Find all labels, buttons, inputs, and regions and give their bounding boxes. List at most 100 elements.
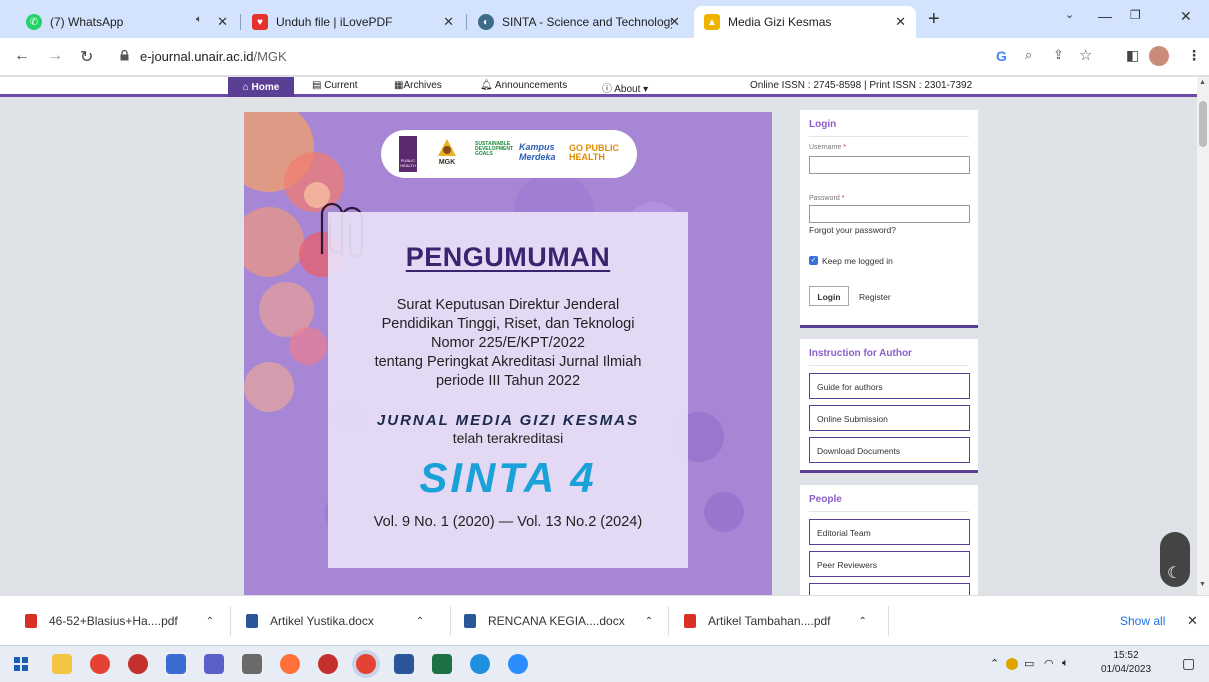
windows-start-icon[interactable]: [14, 657, 28, 671]
download-item[interactable]: Artikel Tambahan....pdf ⌃: [684, 596, 867, 646]
people-title: People: [809, 494, 842, 505]
online-submission-link[interactable]: Online Submission: [809, 405, 970, 431]
guide-for-authors-link[interactable]: Guide for authors: [809, 373, 970, 399]
chrome-active-icon[interactable]: [356, 654, 376, 674]
whatsapp-icon: ✆: [26, 14, 42, 30]
speaker-icon[interactable]: 🔈︎: [196, 14, 202, 25]
chrome-icon[interactable]: [90, 654, 110, 674]
nav-archives[interactable]: ▦Archives: [394, 80, 442, 91]
google-translate-icon[interactable]: G: [996, 48, 1007, 64]
clock-time[interactable]: 15:52: [1104, 650, 1148, 661]
file-explorer-icon[interactable]: [52, 654, 72, 674]
volume-icon[interactable]: 🔈︎: [1062, 657, 1069, 670]
chevron-up-icon[interactable]: ⌃: [206, 616, 214, 627]
restore-button[interactable]: ❐: [1130, 8, 1141, 22]
keep-logged-in-label: Keep me logged in: [822, 256, 893, 266]
announcement-line: Surat Keputusan Direktur Jenderal: [396, 297, 620, 313]
close-download-bar-icon[interactable]: ✕: [1187, 613, 1198, 629]
close-window-button[interactable]: ✕: [1180, 8, 1192, 25]
forgot-password-link[interactable]: Forgot your password?: [809, 225, 896, 235]
close-tab-icon[interactable]: ✕: [895, 14, 906, 30]
menu-kebab-icon[interactable]: ⋮: [1187, 47, 1201, 64]
download-item[interactable]: RENCANA KEGIA....docx ⌃: [464, 596, 653, 646]
scrollbar-thumb[interactable]: [1199, 101, 1207, 147]
zoom-icon[interactable]: ⌕: [1025, 47, 1032, 63]
partner-logos: PUBLIC HEALTH MGK SUSTAINABLE DEVELOPMEN…: [381, 130, 637, 178]
close-tab-icon[interactable]: ✕: [443, 14, 454, 30]
nav-announcements[interactable]: 🔔︎ Announcements: [480, 80, 567, 91]
close-tab-icon[interactable]: ✕: [217, 14, 228, 30]
side-panel-icon[interactable]: ◧: [1126, 47, 1139, 64]
login-button[interactable]: Login: [809, 286, 849, 306]
download-documents-link[interactable]: Download Documents: [809, 437, 970, 463]
peer-reviewers-link[interactable]: Peer Reviewers: [809, 551, 970, 577]
moon-icon: ☾: [1167, 565, 1182, 582]
tray-chevron-icon[interactable]: ⌃: [990, 657, 999, 670]
sinta-rank: SINTA 4: [419, 454, 597, 501]
docx-file-icon: [464, 614, 476, 628]
new-tab-button[interactable]: +: [928, 9, 940, 29]
teams-icon[interactable]: [204, 654, 224, 674]
excel-icon[interactable]: [432, 654, 452, 674]
tab-search-icon[interactable]: ⌄: [1065, 8, 1074, 21]
web-page: ⌂ Home ▤ Current ▦Archives 🔔︎ Announceme…: [0, 77, 1197, 595]
shield-icon[interactable]: [166, 654, 186, 674]
forward-icon[interactable]: →: [47, 47, 63, 65]
nav-current[interactable]: ▤ Current: [312, 80, 358, 91]
firefox-icon[interactable]: [280, 654, 300, 674]
issn-text: Online ISSN : 2745-8598 | Print ISSN : 2…: [750, 80, 973, 91]
password-input[interactable]: [809, 205, 970, 223]
chevron-up-icon[interactable]: ⌃: [416, 616, 424, 627]
edge-icon[interactable]: [470, 654, 490, 674]
tab-media-gizi-kesmas[interactable]: ▲ Media Gizi Kesmas ✕: [694, 6, 916, 38]
chevron-up-icon[interactable]: ⌃: [645, 616, 653, 627]
login-title: Login: [809, 119, 837, 130]
close-tab-icon[interactable]: ✕: [669, 14, 680, 30]
bookmark-star-icon[interactable]: ☆: [1079, 46, 1092, 64]
tray-app-icon[interactable]: [1006, 658, 1018, 670]
download-item[interactable]: 46-52+Blasius+Ha....pdf ⌃: [25, 596, 214, 646]
password-label: Password *: [809, 195, 845, 202]
notification-icon[interactable]: ▢: [1182, 655, 1195, 672]
profile-avatar[interactable]: [1149, 46, 1169, 66]
announcement-banner[interactable]: PUBLIC HEALTH MGK SUSTAINABLE DEVELOPMEN…: [244, 112, 772, 595]
browser-toolbar: ← → ↻ e-journal.unair.ac.id/MGK G ⌕ ⇪ ☆ …: [0, 38, 1209, 76]
window-app-icon[interactable]: [242, 654, 262, 674]
tab-whatsapp[interactable]: ✆ (7) WhatsApp 🔈︎ ✕: [16, 6, 238, 38]
pdf-file-icon: [25, 614, 37, 628]
login-panel: Login Username * Password * Forgot your …: [800, 110, 978, 328]
tab-ilovepdf[interactable]: ♥ Unduh file | iLovePDF ✕: [242, 6, 464, 38]
username-input[interactable]: [809, 156, 970, 174]
battery-icon[interactable]: ▭: [1024, 657, 1034, 670]
people-link[interactable]: [809, 583, 970, 595]
announcement-line: Pendidikan Tinggi, Riset, dan Teknologi: [381, 316, 635, 332]
nav-home[interactable]: ⌂ Home: [228, 77, 294, 97]
app-icon[interactable]: [128, 654, 148, 674]
word-icon[interactable]: [394, 654, 414, 674]
chevron-up-icon[interactable]: ⌃: [859, 616, 867, 627]
nav-about[interactable]: ⓘ About ▾: [602, 80, 648, 95]
instruction-panel: Instruction for Author Guide for authors…: [800, 339, 978, 473]
editorial-team-link[interactable]: Editorial Team: [809, 519, 970, 545]
app-icon[interactable]: [318, 654, 338, 674]
address-bar[interactable]: e-journal.unair.ac.id/MGK G ⌕ ⇪ ☆: [110, 43, 1200, 71]
back-icon[interactable]: ←: [14, 47, 30, 65]
register-link[interactable]: Register: [859, 292, 891, 302]
minimize-button[interactable]: —: [1098, 8, 1112, 24]
browser-tab-strip: ✆ (7) WhatsApp 🔈︎ ✕ ♥ Unduh file | iLove…: [0, 0, 1209, 38]
wifi-icon[interactable]: ◠: [1044, 657, 1054, 670]
journal-name: JURNAL MEDIA GIZI KESMAS: [376, 412, 640, 429]
share-icon[interactable]: ⇪: [1053, 47, 1064, 63]
clock-date[interactable]: 01/04/2023: [1094, 664, 1158, 675]
tab-sinta[interactable]: ◐ SINTA - Science and Technology ✕: [468, 6, 690, 38]
zoom-icon[interactable]: [508, 654, 528, 674]
instruction-title: Instruction for Author: [809, 348, 912, 359]
download-item[interactable]: Artikel Yustika.docx ⌃: [246, 596, 424, 646]
reload-icon[interactable]: ↻: [80, 47, 93, 67]
show-all-button[interactable]: Show all: [1120, 614, 1165, 628]
username-label: Username *: [809, 144, 846, 151]
dark-mode-toggle[interactable]: ☾: [1160, 532, 1190, 587]
page-scrollbar[interactable]: ▲ ▼: [1197, 77, 1209, 595]
keep-logged-in-checkbox[interactable]: ✓: [809, 256, 818, 265]
url-text: e-journal.unair.ac.id/MGK: [140, 49, 287, 64]
